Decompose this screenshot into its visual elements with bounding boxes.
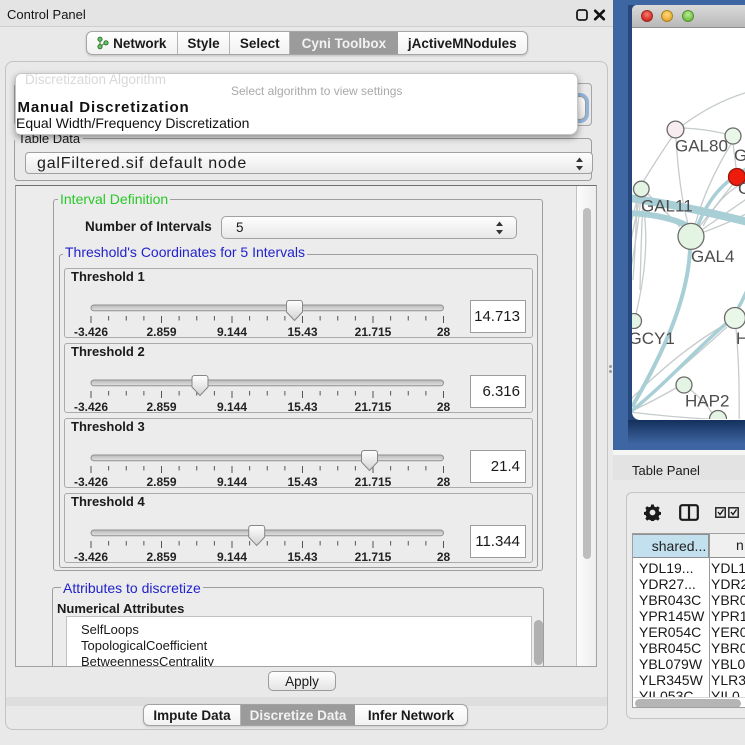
svg-text:28: 28	[437, 550, 451, 563]
svg-text:28: 28	[437, 400, 451, 413]
svg-text:28: 28	[437, 325, 451, 338]
svg-text:21.715: 21.715	[355, 550, 392, 563]
svg-text:2.859: 2.859	[146, 400, 176, 413]
svg-text:21.715: 21.715	[355, 475, 392, 488]
svg-text:C: C	[738, 179, 745, 198]
svg-text:21.715: 21.715	[355, 400, 392, 413]
svg-text:2.859: 2.859	[146, 550, 176, 563]
svg-text:-3.426: -3.426	[74, 400, 108, 413]
svg-text:9.144: 9.144	[217, 475, 247, 488]
svg-text:GAL80: GAL80	[675, 137, 728, 156]
svg-text:21.715: 21.715	[355, 325, 392, 338]
svg-text:15.43: 15.43	[287, 400, 317, 413]
svg-text:9.144: 9.144	[217, 325, 247, 338]
svg-text:GAL4: GAL4	[691, 247, 734, 266]
svg-text:15.43: 15.43	[287, 325, 317, 338]
svg-text:2.859: 2.859	[146, 475, 176, 488]
svg-text:-3.426: -3.426	[74, 550, 108, 563]
svg-text:9.144: 9.144	[217, 550, 247, 563]
svg-text:15.43: 15.43	[287, 550, 317, 563]
svg-text:HAP2: HAP2	[685, 392, 729, 411]
svg-text:GCY1: GCY1	[632, 329, 675, 348]
svg-text:28: 28	[437, 475, 451, 488]
svg-text:2.859: 2.859	[146, 325, 176, 338]
svg-text:9.144: 9.144	[217, 400, 247, 413]
svg-text:-3.426: -3.426	[74, 475, 108, 488]
svg-text:H: H	[736, 329, 745, 348]
svg-text:-3.426: -3.426	[74, 325, 108, 338]
svg-text:15.43: 15.43	[287, 475, 317, 488]
svg-text:GAL11: GAL11	[641, 197, 693, 216]
svg-text:GA: GA	[734, 146, 745, 165]
